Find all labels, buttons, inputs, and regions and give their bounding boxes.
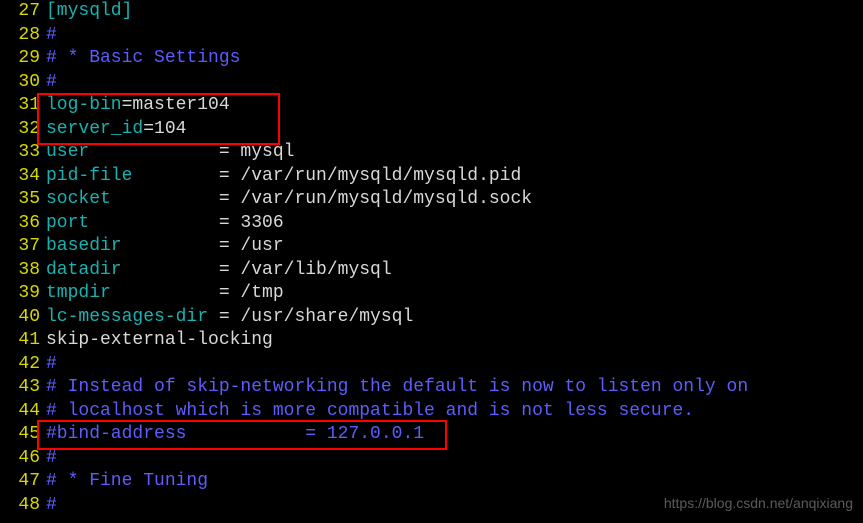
code-line: 42 # [0, 353, 863, 377]
code-content: # [40, 494, 57, 518]
line-number: 45 [0, 423, 40, 447]
code-line: 27 [mysqld] [0, 0, 863, 24]
code-segment: =master104 [122, 95, 230, 115]
code-segment: tmpdir [46, 283, 219, 303]
code-segment: = /var/run/mysqld/mysqld.sock [219, 189, 532, 209]
code-line: 41 skip-external-locking [0, 329, 863, 353]
code-segment: user [46, 142, 219, 162]
code-editor: 27[mysqld]28#29# * Basic Settings30#31lo… [0, 0, 863, 517]
code-line: 39tmpdir = /tmp [0, 282, 863, 306]
line-number: 47 [0, 470, 40, 494]
code-segment: port [46, 213, 219, 233]
code-segment: = /tmp [219, 283, 284, 303]
code-segment: # [46, 354, 57, 374]
code-line: 38datadir = /var/lib/mysql [0, 259, 863, 283]
code-segment: pid-file [46, 166, 219, 186]
code-segment: basedir [46, 236, 219, 256]
code-line: 36port = 3306 [0, 212, 863, 236]
line-number: 29 [0, 47, 40, 71]
code-line: 30 # [0, 71, 863, 95]
code-line: 28 # [0, 24, 863, 48]
line-number: 38 [0, 259, 40, 283]
line-number: 43 [0, 376, 40, 400]
code-content: log-bin=master104 [40, 94, 230, 118]
code-segment: = 3306 [219, 213, 284, 233]
line-number: 33 [0, 141, 40, 165]
code-content: skip-external-locking [40, 329, 273, 353]
code-content: # * Basic Settings [40, 47, 240, 71]
code-content: pid-file = /var/run/mysqld/mysqld.pid [40, 165, 521, 189]
code-segment: # * Fine Tuning [46, 471, 208, 491]
code-segment: log-bin [46, 95, 122, 115]
line-number: 27 [0, 0, 40, 24]
line-number: 35 [0, 188, 40, 212]
code-segment: [mysqld] [46, 1, 132, 21]
code-content: basedir = /usr [40, 235, 284, 259]
code-content: # [40, 24, 57, 48]
line-number: 40 [0, 306, 40, 330]
code-line: 45 #bind-address = 127.0.0.1 [0, 423, 863, 447]
code-segment: # [46, 495, 57, 515]
code-segment: datadir [46, 260, 219, 280]
line-number: 28 [0, 24, 40, 48]
code-content: socket = /var/run/mysqld/mysqld.sock [40, 188, 532, 212]
code-segment: =104 [143, 119, 186, 139]
code-segment: = /usr/share/mysql [219, 307, 413, 327]
code-content: #bind-address = 127.0.0.1 [40, 423, 424, 447]
code-line: 29 # * Basic Settings [0, 47, 863, 71]
code-content: # Instead of skip-networking the default… [40, 376, 748, 400]
code-content: lc-messages-dir = /usr/share/mysql [40, 306, 413, 330]
code-segment: # [46, 25, 57, 45]
line-number: 36 [0, 212, 40, 236]
code-content: port = 3306 [40, 212, 284, 236]
code-content: server_id=104 [40, 118, 186, 142]
code-segment: socket [46, 189, 219, 209]
code-content: # * Fine Tuning [40, 470, 208, 494]
code-content: tmpdir = /tmp [40, 282, 284, 306]
code-segment: # Instead of skip-networking the default… [46, 377, 748, 397]
line-number: 41 [0, 329, 40, 353]
code-line: 44 # localhost which is more compatible a… [0, 400, 863, 424]
code-segment: server_id [46, 119, 143, 139]
code-content: [mysqld] [40, 0, 132, 24]
line-number: 34 [0, 165, 40, 189]
line-number: 46 [0, 447, 40, 471]
code-line: 43 # Instead of skip-networking the defau… [0, 376, 863, 400]
code-segment: skip-external-locking [46, 330, 273, 350]
code-line: 46 # [0, 447, 863, 471]
code-content: # [40, 71, 57, 95]
code-content: user = mysql [40, 141, 294, 165]
code-content: # [40, 353, 57, 377]
code-content: datadir = /var/lib/mysql [40, 259, 392, 283]
code-segment: = /var/lib/mysql [219, 260, 392, 280]
line-number: 30 [0, 71, 40, 95]
code-line: 31log-bin=master104 [0, 94, 863, 118]
code-line: 40lc-messages-dir = /usr/share/mysql [0, 306, 863, 330]
code-segment: lc-messages-dir [46, 307, 219, 327]
code-segment: # * Basic Settings [46, 48, 240, 68]
code-content: # localhost which is more compatible and… [40, 400, 694, 424]
code-line: 37basedir = /usr [0, 235, 863, 259]
code-segment: = mysql [219, 142, 295, 162]
line-number: 44 [0, 400, 40, 424]
code-segment: # [46, 72, 57, 92]
code-segment: #bind-address = 127.0.0.1 [46, 424, 424, 444]
line-number: 42 [0, 353, 40, 377]
code-line: 32server_id=104 [0, 118, 863, 142]
line-number: 48 [0, 494, 40, 518]
watermark-text: https://blog.csdn.net/anqixiang [664, 492, 853, 516]
code-line: 34pid-file = /var/run/mysqld/mysqld.pid [0, 165, 863, 189]
code-segment: = /var/run/mysqld/mysqld.pid [219, 166, 521, 186]
code-line: 35socket = /var/run/mysqld/mysqld.sock [0, 188, 863, 212]
line-number: 32 [0, 118, 40, 142]
line-number: 39 [0, 282, 40, 306]
line-number: 37 [0, 235, 40, 259]
code-segment: # localhost which is more compatible and… [46, 401, 694, 421]
code-segment: # [46, 448, 57, 468]
code-content: # [40, 447, 57, 471]
code-line: 47 # * Fine Tuning [0, 470, 863, 494]
code-segment: = /usr [219, 236, 284, 256]
line-number: 31 [0, 94, 40, 118]
code-line: 33user = mysql [0, 141, 863, 165]
